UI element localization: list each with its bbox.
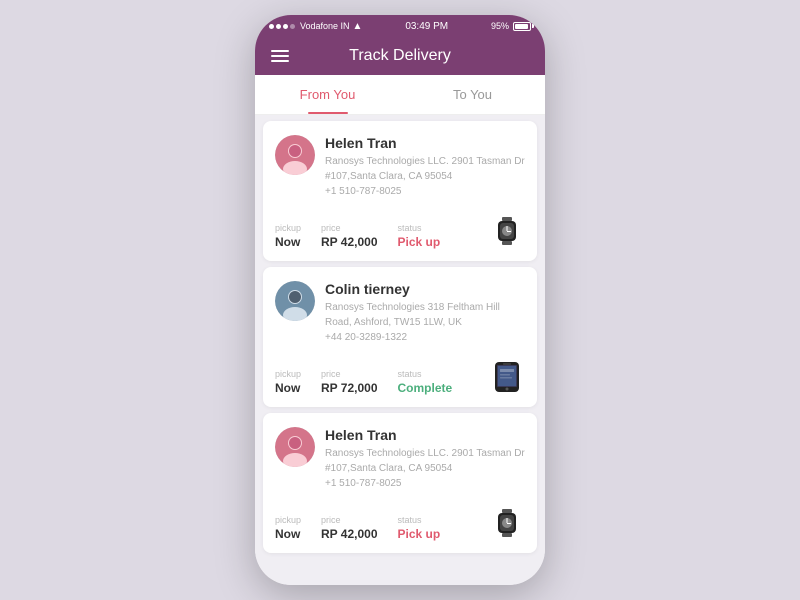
status-left: Vodafone IN ▲ <box>269 21 362 32</box>
delivery-card-1[interactable]: Colin tierney Ranosys Technologies 318 F… <box>263 267 537 407</box>
status-badge: Complete <box>398 381 453 395</box>
card-bottom: pickup Now price RP 72,000 status Comple… <box>275 359 525 395</box>
pickup-label: pickup <box>275 223 301 233</box>
price-group: price RP 42,000 <box>321 515 378 541</box>
price-value: RP 42,000 <box>321 235 378 249</box>
carrier-label: Vodafone IN <box>300 21 350 31</box>
avatar <box>275 427 315 467</box>
contact-name: Helen Tran <box>325 135 525 151</box>
info-fields: pickup Now price RP 72,000 status Comple… <box>275 369 452 395</box>
price-group: price RP 42,000 <box>321 223 378 249</box>
card-header: Helen Tran Ranosys Technologies LLC. 290… <box>275 427 525 491</box>
page-title: Track Delivery <box>349 47 451 65</box>
pickup-label: pickup <box>275 515 301 525</box>
tabs-container: From You To You <box>255 75 545 115</box>
pickup-value: Now <box>275 381 301 395</box>
contact-address: Ranosys Technologies 318 Feltham Hill Ro… <box>325 300 525 345</box>
info-fields: pickup Now price RP 42,000 status Pick u… <box>275 515 440 541</box>
battery-percent: 95% <box>491 21 509 31</box>
contact-info: Helen Tran Ranosys Technologies LLC. 290… <box>325 427 525 491</box>
info-fields: pickup Now price RP 42,000 status Pick u… <box>275 223 440 249</box>
pickup-value: Now <box>275 527 301 541</box>
product-icon <box>489 505 525 541</box>
phone-frame: Vodafone IN ▲ 03:49 PM 95% Track Deliver… <box>255 15 545 585</box>
time-display: 03:49 PM <box>405 21 448 32</box>
avatar <box>275 135 315 175</box>
status-bar: Vodafone IN ▲ 03:49 PM 95% <box>255 15 545 37</box>
product-icon <box>489 359 525 395</box>
battery-icon <box>513 22 531 31</box>
pickup-group: pickup Now <box>275 515 301 541</box>
pickup-group: pickup Now <box>275 223 301 249</box>
tab-to-you[interactable]: To You <box>400 75 545 114</box>
price-value: RP 42,000 <box>321 527 378 541</box>
status-badge: Pick up <box>398 235 441 249</box>
signal-dots <box>269 24 295 29</box>
card-header: Helen Tran Ranosys Technologies LLC. 290… <box>275 135 525 199</box>
contact-name: Helen Tran <box>325 427 525 443</box>
status-badge: Pick up <box>398 527 441 541</box>
pickup-group: pickup Now <box>275 369 301 395</box>
pickup-label: pickup <box>275 369 301 379</box>
status-group: status Complete <box>398 369 453 395</box>
contact-address: Ranosys Technologies LLC. 2901 Tasman Dr… <box>325 154 525 199</box>
pickup-value: Now <box>275 235 301 249</box>
card-bottom: pickup Now price RP 42,000 status Pick u… <box>275 505 525 541</box>
contact-address: Ranosys Technologies LLC. 2901 Tasman Dr… <box>325 446 525 491</box>
price-group: price RP 72,000 <box>321 369 378 395</box>
contact-name: Colin tierney <box>325 281 525 297</box>
status-group: status Pick up <box>398 515 441 541</box>
price-label: price <box>321 369 378 379</box>
deliveries-list: Helen Tran Ranosys Technologies LLC. 290… <box>255 115 545 585</box>
status-right: 95% <box>491 21 531 31</box>
tab-from-you[interactable]: From You <box>255 75 400 114</box>
product-icon <box>489 213 525 249</box>
card-bottom: pickup Now price RP 42,000 status Pick u… <box>275 213 525 249</box>
card-header: Colin tierney Ranosys Technologies 318 F… <box>275 281 525 345</box>
contact-info: Helen Tran Ranosys Technologies LLC. 290… <box>325 135 525 199</box>
header: Track Delivery <box>255 37 545 75</box>
status-label: status <box>398 515 441 525</box>
status-group: status Pick up <box>398 223 441 249</box>
menu-button[interactable] <box>271 50 289 62</box>
price-label: price <box>321 223 378 233</box>
status-label: status <box>398 369 453 379</box>
delivery-card-0[interactable]: Helen Tran Ranosys Technologies LLC. 290… <box>263 121 537 261</box>
wifi-icon: ▲ <box>353 21 363 32</box>
price-value: RP 72,000 <box>321 381 378 395</box>
delivery-card-2[interactable]: Helen Tran Ranosys Technologies LLC. 290… <box>263 413 537 553</box>
price-label: price <box>321 515 378 525</box>
avatar <box>275 281 315 321</box>
status-label: status <box>398 223 441 233</box>
contact-info: Colin tierney Ranosys Technologies 318 F… <box>325 281 525 345</box>
